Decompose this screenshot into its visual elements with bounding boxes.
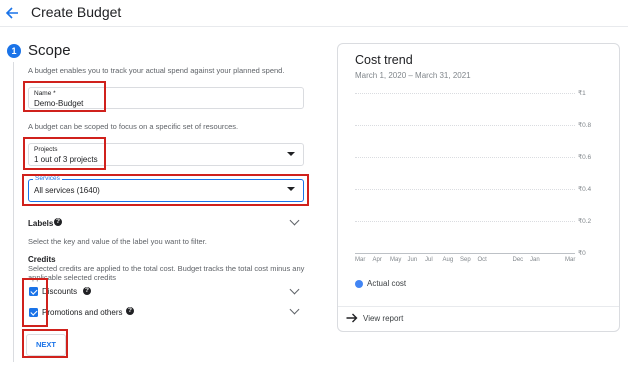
promotions-label: Promotions and others [42,308,123,317]
help-icon[interactable]: ? [54,218,62,226]
credits-help-text: Selected credits are applied to the tota… [28,264,305,273]
x-tick-label: Sep [460,257,471,263]
highlight-box-name [23,81,106,112]
chart-gridline [355,221,575,222]
y-tick-label: ₹0 [578,250,586,257]
x-tick-label: Aug [442,257,454,263]
y-tick-label: ₹0.6 [578,154,592,161]
x-tick-label: Jan [530,257,540,263]
card-title: Cost trend [355,53,413,67]
x-tick-label: Jul [425,257,433,263]
page-title: Create Budget [31,4,122,20]
labels-heading: Labels [28,219,54,228]
cost-trend-card: Cost trend March 1, 2020 – March 31, 202… [337,43,620,332]
labels-expand-chevron-icon[interactable] [289,215,300,226]
scope-help-text: A budget can be scoped to focus on a spe… [28,122,239,131]
dropdown-arrow-icon [287,152,295,156]
help-icon[interactable]: ? [126,307,134,315]
chart-gridline [355,125,575,126]
highlight-box-services [22,174,309,206]
highlight-box-projects [23,137,106,170]
y-tick-label: ₹0.8 [578,122,592,129]
chart-gridline [355,157,575,158]
chart-gridline [355,189,575,190]
promotions-expand-chevron-icon[interactable] [289,304,300,315]
x-tick-label: May [390,257,402,263]
highlight-box-credits [22,278,48,327]
chart-gridline [355,253,575,254]
x-tick-label: Jun [407,257,418,263]
discounts-expand-chevron-icon[interactable] [289,284,300,295]
y-tick-label: ₹0.2 [578,218,592,225]
section-title: Scope [28,42,71,59]
view-report-link[interactable]: View report [363,314,403,323]
date-range: March 1, 2020 – March 31, 2021 [355,71,471,80]
card-divider [338,306,619,307]
chart-gridline [355,93,575,94]
header-bar: Create Budget [0,0,628,27]
credits-heading: Credits [28,255,56,264]
back-arrow-icon[interactable] [5,6,19,20]
labels-help-text: Select the key and value of the label yo… [28,237,207,246]
x-tick-label: Apr [372,257,382,263]
arrow-right-icon[interactable] [346,313,358,323]
y-tick-label: ₹0.4 [578,186,592,193]
x-tick-label: Mar [355,257,366,263]
step-line [13,62,14,362]
x-tick-label: Oct [477,257,487,263]
y-tick-label: ₹1 [578,90,586,97]
x-tick-label: Dec [512,257,524,263]
legend-swatch [355,280,363,288]
help-icon[interactable]: ? [83,287,91,295]
legend-label: Actual cost [367,279,407,288]
intro-text: A budget enables you to track your actua… [28,66,285,75]
step-number-badge: 1 [7,44,21,58]
highlight-box-next [22,329,68,358]
x-tick-label: Mar [565,257,576,263]
